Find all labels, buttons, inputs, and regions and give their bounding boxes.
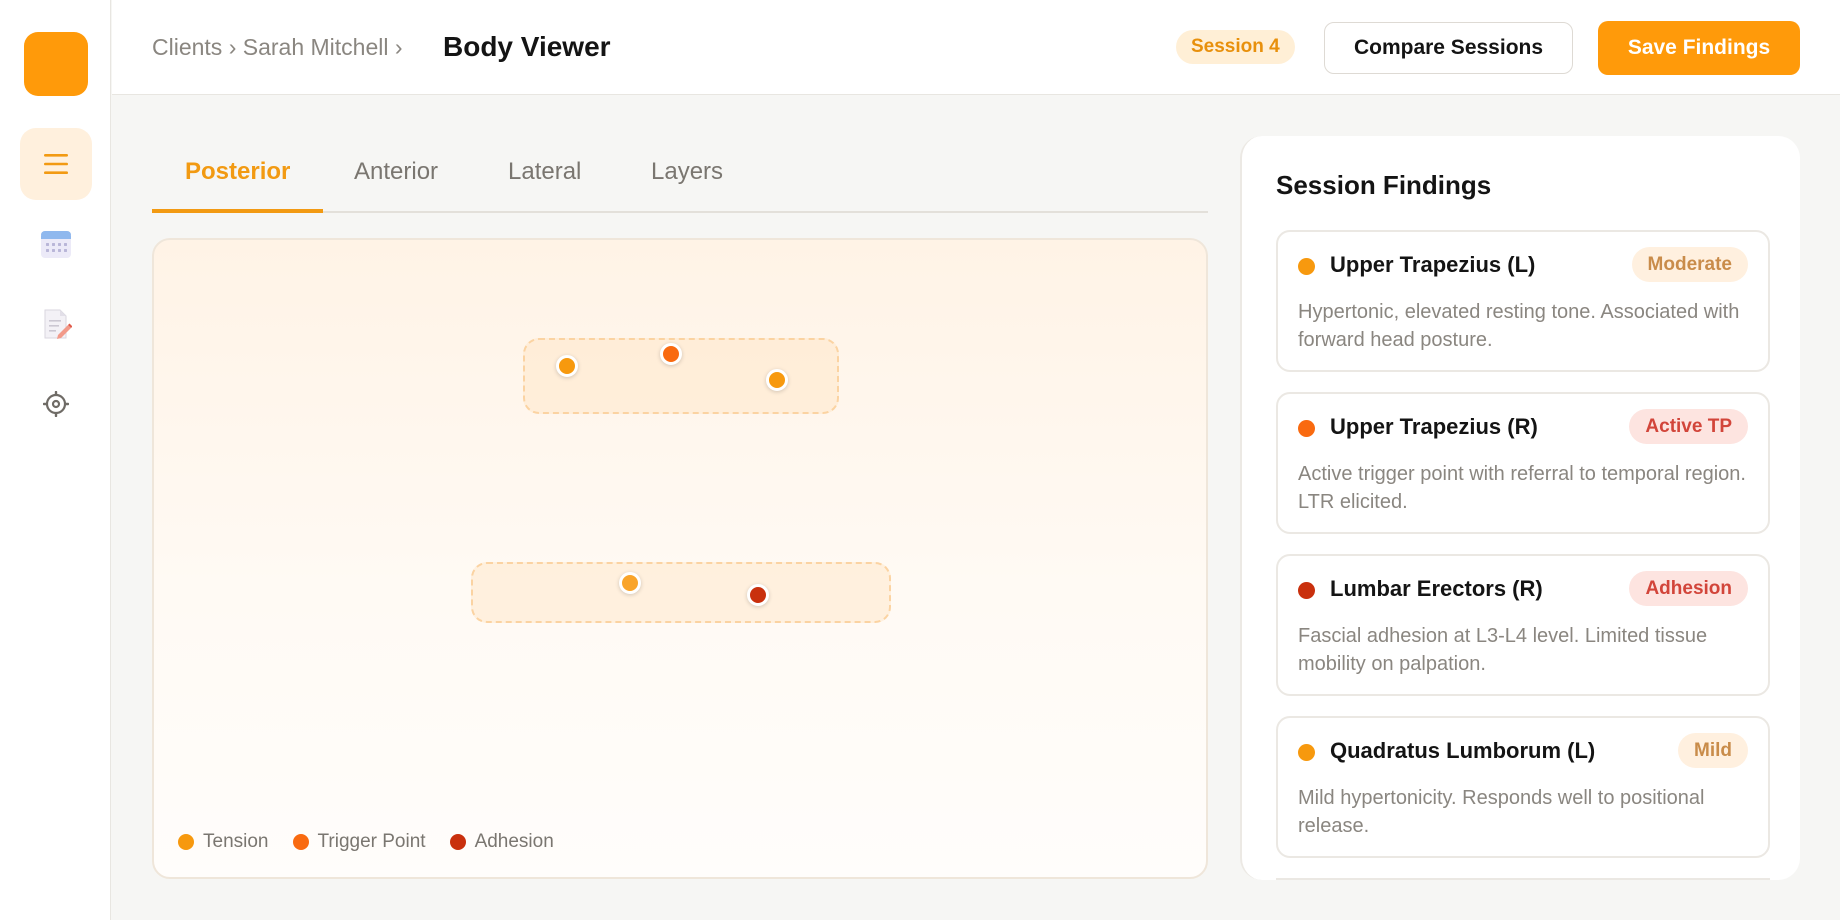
calendar-icon — [40, 228, 72, 260]
sidebar-item-calendar[interactable] — [20, 208, 92, 280]
marker-legend: Tension Trigger Point Adhesion — [178, 831, 578, 853]
menu-icon — [43, 152, 69, 176]
panel-title: Session Findings — [1276, 170, 1492, 200]
top-header: Clients › Sarah Mitchell › Body Viewer S… — [112, 0, 1840, 95]
body-viewer-canvas[interactable]: Tension Trigger Point Adhesion — [152, 238, 1208, 879]
finding-name: Upper Trapezius (L) — [1330, 252, 1536, 277]
finding-status-dot — [1298, 744, 1315, 761]
session-badge: Session 4 — [1176, 30, 1295, 64]
severity-tag: Adhesion — [1629, 571, 1748, 606]
sidebar-item-notes[interactable] — [20, 288, 92, 360]
adhesion-marker[interactable] — [747, 584, 769, 606]
finding-description: Mild hypertonicity. Responds well to pos… — [1298, 787, 1705, 837]
finding-name: Lumbar Erectors (R) — [1330, 576, 1543, 601]
finding-status-dot — [1298, 420, 1315, 437]
finding-description: Hypertonic, elevated resting tone. Assoc… — [1298, 301, 1740, 351]
legend-label: Trigger Point — [317, 831, 426, 852]
trigger-point-marker[interactable] — [660, 343, 682, 365]
session-findings-panel: Session Findings Upper Trapezius (L) Mod… — [1240, 136, 1800, 880]
sidebar — [0, 0, 111, 920]
finding-status-dot — [1298, 582, 1315, 599]
document-edit-icon — [40, 308, 72, 340]
tension-marker[interactable] — [619, 572, 641, 594]
settings-icon — [43, 391, 69, 417]
view-tabs: Posterior Anterior Lateral Layers — [152, 146, 1208, 213]
legend-item-adhesion: Adhesion — [449, 831, 554, 853]
finding-name: Upper Trapezius (R) — [1330, 414, 1538, 439]
tab-lateral[interactable]: Lateral — [508, 146, 581, 213]
save-findings-button[interactable]: Save Findings — [1598, 21, 1800, 75]
next-finding-card-edge — [1276, 878, 1770, 880]
finding-status-dot — [1298, 258, 1315, 275]
legend-dot — [449, 834, 466, 850]
tab-layers[interactable]: Layers — [651, 146, 723, 213]
finding-card[interactable]: Quadratus Lumborum (L) Mild Mild hyperto… — [1276, 716, 1770, 858]
finding-card[interactable]: Lumbar Erectors (R) Adhesion Fascial adh… — [1276, 554, 1770, 696]
legend-dot — [292, 834, 309, 850]
legend-label: Adhesion — [474, 831, 554, 852]
app-logo[interactable] — [24, 32, 88, 96]
finding-card[interactable]: Upper Trapezius (L) Moderate Hypertonic,… — [1276, 230, 1770, 372]
breadcrumb[interactable]: Clients › Sarah Mitchell › — [152, 34, 403, 61]
sidebar-item-settings[interactable] — [20, 368, 92, 440]
finding-description: Fascial adhesion at L3-L4 level. Limited… — [1298, 625, 1708, 675]
tab-posterior[interactable]: Posterior — [152, 146, 324, 213]
legend-item-trigger-point: Trigger Point — [292, 831, 426, 853]
page-title: Body Viewer — [443, 31, 611, 62]
compare-sessions-button[interactable]: Compare Sessions — [1324, 22, 1573, 74]
tension-marker[interactable] — [766, 369, 788, 391]
finding-description: Active trigger point with referral to te… — [1298, 463, 1746, 513]
legend-item-tension: Tension — [178, 831, 269, 853]
tab-anterior[interactable]: Anterior — [354, 146, 438, 213]
severity-tag: Moderate — [1631, 247, 1748, 282]
finding-card[interactable]: Upper Trapezius (R) Active TP Active tri… — [1276, 392, 1770, 534]
tension-marker[interactable] — [556, 355, 578, 377]
severity-tag: Mild — [1678, 733, 1748, 768]
legend-label: Tension — [203, 831, 269, 852]
legend-dot — [178, 834, 194, 850]
sidebar-item-menu[interactable] — [20, 128, 92, 200]
body-region-lower-back[interactable] — [471, 562, 891, 623]
finding-name: Quadratus Lumborum (L) — [1330, 738, 1596, 763]
severity-tag: Active TP — [1629, 409, 1748, 444]
